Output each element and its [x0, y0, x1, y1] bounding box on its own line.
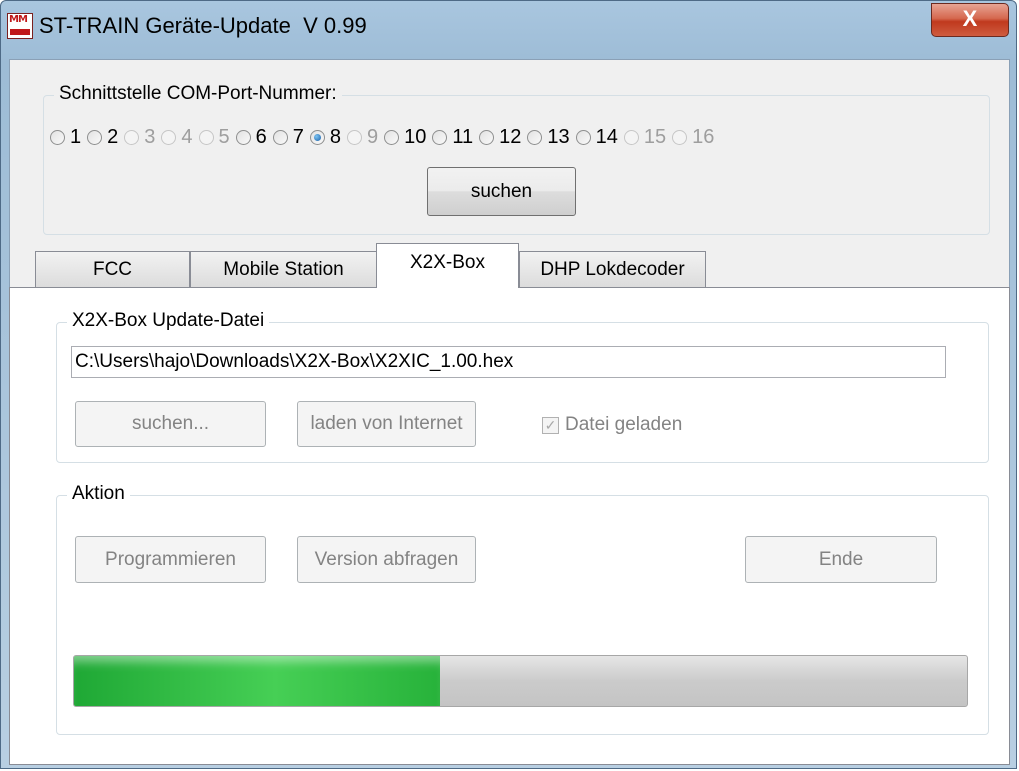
- app-window: MM ST-TRAIN Geräte-Update V 0.99 X Schni…: [0, 0, 1017, 769]
- radio-circle-icon: [87, 130, 103, 145]
- com-port-label: 10: [404, 126, 427, 148]
- app-logo-bar: [10, 29, 30, 35]
- title-bar[interactable]: MM ST-TRAIN Geräte-Update V 0.99 X: [1, 1, 1016, 59]
- com-port-radio-14[interactable]: 14: [575, 126, 618, 149]
- com-port-radio-7[interactable]: 7: [272, 126, 304, 149]
- radio-circle-icon: [479, 130, 495, 145]
- com-port-radio-9[interactable]: 9: [347, 126, 378, 149]
- tab-panel-x2x-box: X2X-Box Update-Datei C:\Users\hajo\Downl…: [9, 287, 1010, 765]
- action-group: Aktion Programmieren Version abfragen En…: [56, 483, 989, 735]
- com-port-label: 12: [499, 126, 522, 148]
- window-title: ST-TRAIN Geräte-Update V 0.99: [39, 13, 367, 38]
- com-port-radio-13[interactable]: 13: [527, 126, 570, 149]
- radio-circle-icon: [50, 130, 65, 145]
- com-port-radio-16[interactable]: 16: [672, 126, 714, 149]
- com-port-label: 7: [292, 126, 304, 148]
- com-port-label: 2: [107, 126, 119, 148]
- com-port-label: 9: [367, 126, 379, 148]
- file-search-button[interactable]: suchen...: [75, 401, 266, 447]
- com-port-label: 11: [452, 126, 474, 148]
- file-loaded-label: Datei geladen: [565, 414, 683, 435]
- com-port-radio-8[interactable]: 8: [309, 126, 341, 149]
- radio-circle-icon: [575, 130, 591, 145]
- com-port-label: 5: [218, 126, 230, 148]
- tab-dhp-lokdecoder[interactable]: DHP Lokdecoder: [519, 251, 706, 287]
- action-group-label: Aktion: [67, 483, 130, 505]
- program-button[interactable]: Programmieren: [75, 536, 266, 583]
- radio-circle-icon: [384, 130, 400, 145]
- com-port-radio-11[interactable]: 11: [432, 126, 473, 149]
- client-area: Schnittstelle COM-Port-Nummer: 123456789…: [9, 59, 1010, 765]
- radio-circle-icon: [124, 130, 140, 145]
- file-loaded-checkbox[interactable]: ✓ Datei geladen: [542, 414, 682, 436]
- load-from-internet-button[interactable]: laden von Internet: [297, 401, 476, 447]
- com-port-label: 14: [595, 126, 618, 148]
- radio-circle-icon: [347, 130, 362, 145]
- com-port-label: 4: [181, 126, 193, 148]
- com-search-button[interactable]: suchen: [427, 167, 576, 216]
- close-button[interactable]: X: [931, 3, 1009, 37]
- com-port-radio-3[interactable]: 3: [124, 126, 155, 149]
- radio-circle-icon: [432, 130, 448, 145]
- tab-mobile-station[interactable]: Mobile Station: [190, 251, 377, 287]
- com-port-radio-1[interactable]: 1: [50, 126, 81, 149]
- radio-circle-icon: [309, 130, 325, 145]
- com-port-radio-4[interactable]: 4: [161, 126, 193, 149]
- radio-circle-icon: [672, 130, 688, 145]
- com-port-label: 8: [329, 126, 341, 148]
- update-file-group-label: X2X-Box Update-Datei: [67, 310, 270, 332]
- radio-circle-icon: [527, 130, 543, 145]
- com-port-radio-2[interactable]: 2: [87, 126, 118, 149]
- com-port-label: 13: [547, 126, 570, 148]
- progress-bar: [73, 655, 968, 707]
- end-button[interactable]: Ende: [745, 536, 937, 583]
- radio-circle-icon: [272, 130, 288, 145]
- com-port-label: 15: [643, 126, 667, 148]
- radio-circle-icon: [161, 130, 177, 145]
- com-port-label: 16: [692, 126, 715, 148]
- com-port-radio-10[interactable]: 10: [384, 126, 426, 149]
- radio-circle-icon: [235, 130, 251, 145]
- radio-circle-icon: [623, 130, 639, 145]
- app-logo-text: MM: [9, 14, 28, 25]
- tab-fcc[interactable]: FCC: [35, 251, 190, 287]
- com-port-radio-6[interactable]: 6: [235, 126, 267, 149]
- com-port-radio-5[interactable]: 5: [198, 126, 230, 149]
- tab-x2x-box[interactable]: X2X-Box: [376, 243, 519, 288]
- com-port-radio-15[interactable]: 15: [623, 126, 667, 149]
- update-file-path-field[interactable]: C:\Users\hajo\Downloads\X2X-Box\X2XIC_1.…: [71, 346, 946, 378]
- com-port-group: Schnittstelle COM-Port-Nummer: 123456789…: [43, 83, 990, 235]
- com-port-radio-list: 1 2 3 4 5 6 7 8 9 10 11 12 13 14 15 16: [50, 126, 720, 149]
- checkmark-icon: ✓: [542, 416, 559, 434]
- update-file-group: X2X-Box Update-Datei C:\Users\hajo\Downl…: [56, 310, 989, 463]
- app-logo-icon[interactable]: MM: [7, 13, 33, 39]
- progress-fill: [74, 656, 441, 706]
- com-port-label: 6: [255, 126, 267, 148]
- radio-circle-icon: [198, 130, 214, 145]
- version-query-button[interactable]: Version abfragen: [297, 536, 476, 583]
- com-port-radio-12[interactable]: 12: [479, 126, 521, 149]
- com-port-label: 3: [144, 126, 156, 148]
- com-port-label: 1: [70, 126, 82, 148]
- com-port-group-label: Schnittstelle COM-Port-Nummer:: [54, 83, 342, 105]
